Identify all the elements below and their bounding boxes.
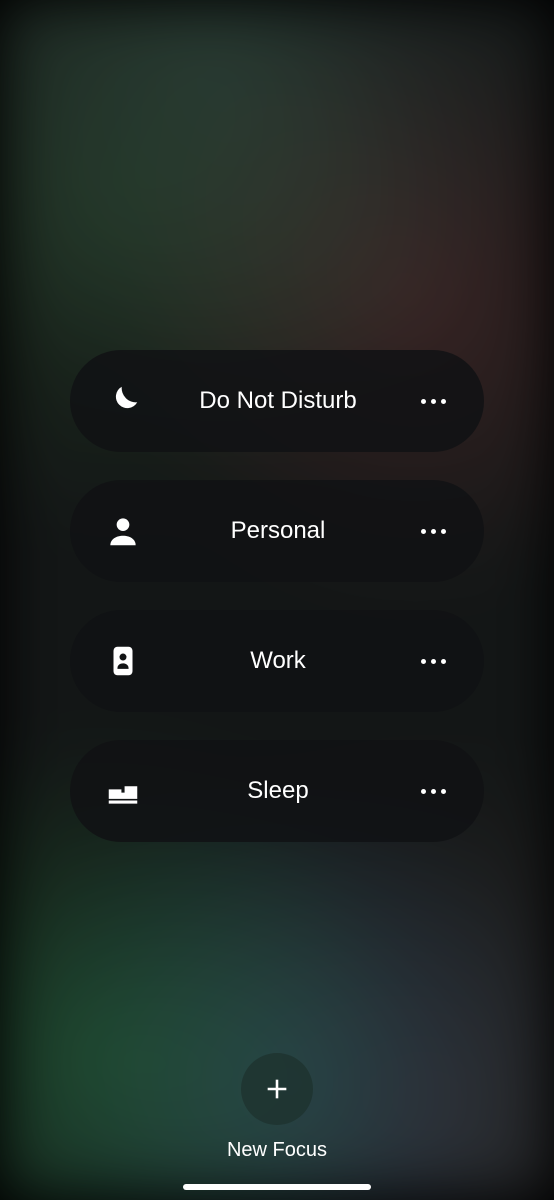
bed-icon bbox=[102, 772, 144, 810]
focus-label: Work bbox=[144, 647, 412, 675]
new-focus-label: New Focus bbox=[227, 1139, 327, 1162]
focus-item-work[interactable]: Work bbox=[70, 610, 484, 712]
focus-label: Sleep bbox=[144, 777, 412, 805]
person-icon bbox=[102, 512, 144, 550]
focus-item-sleep[interactable]: Sleep bbox=[70, 740, 484, 842]
focus-picker: Do Not Disturb Personal Work bbox=[0, 0, 554, 1200]
more-icon[interactable] bbox=[412, 399, 454, 404]
badge-icon bbox=[102, 642, 144, 680]
focus-label: Do Not Disturb bbox=[144, 387, 412, 415]
focus-list: Do Not Disturb Personal Work bbox=[0, 350, 554, 842]
more-icon[interactable] bbox=[412, 529, 454, 534]
focus-item-do-not-disturb[interactable]: Do Not Disturb bbox=[70, 350, 484, 452]
focus-item-personal[interactable]: Personal bbox=[70, 480, 484, 582]
more-icon[interactable] bbox=[412, 659, 454, 664]
new-focus-button[interactable] bbox=[241, 1053, 313, 1125]
home-indicator[interactable] bbox=[183, 1184, 371, 1190]
moon-icon bbox=[102, 382, 144, 420]
focus-label: Personal bbox=[144, 517, 412, 545]
new-focus-area: New Focus bbox=[0, 1053, 554, 1162]
more-icon[interactable] bbox=[412, 789, 454, 794]
